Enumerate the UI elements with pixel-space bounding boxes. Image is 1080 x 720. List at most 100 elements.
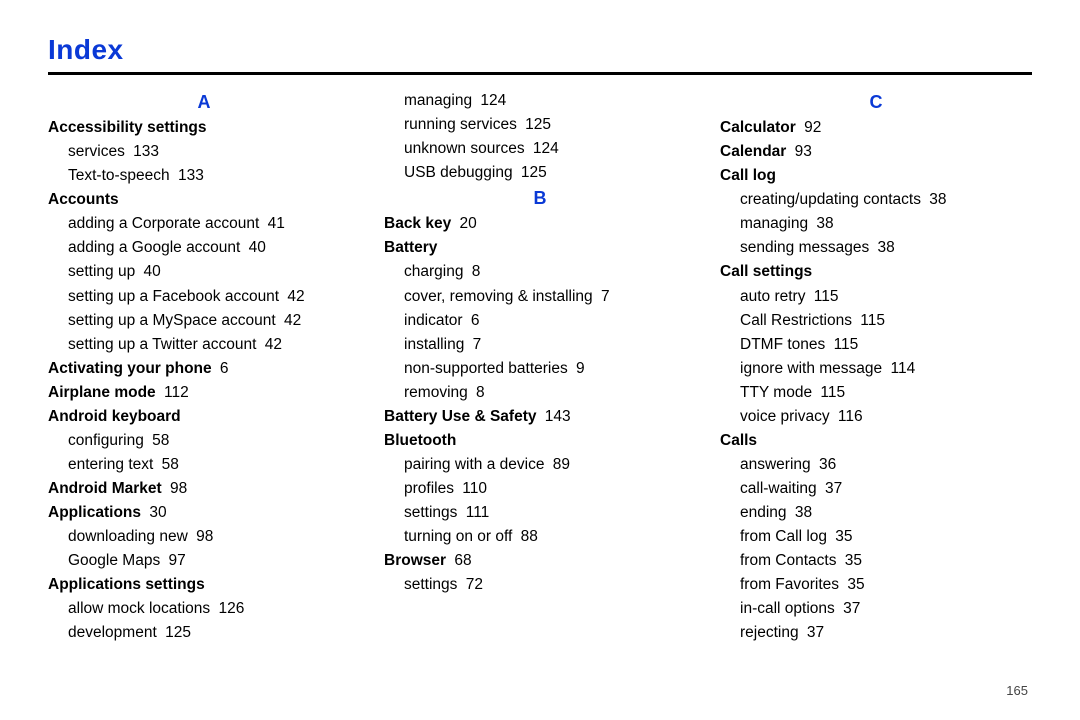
index-subentry-page: 42 (280, 312, 302, 329)
index-subentry-page: 125 (161, 624, 191, 641)
index-subentry: Call Restrictions 115 (740, 309, 1032, 333)
index-subentry: DTMF tones 115 (740, 333, 1032, 357)
index-subentry-page: 110 (458, 480, 487, 497)
index-subentry: settings 72 (404, 573, 696, 597)
index-subentry: setting up a Facebook account 42 (68, 285, 360, 309)
index-heading-page: 30 (145, 504, 167, 521)
index-subentry-page: 42 (260, 336, 282, 353)
index-heading-text: Back key (384, 215, 451, 232)
index-subentry-page: 126 (214, 600, 244, 617)
index-heading: Bluetooth (384, 429, 696, 453)
index-subentry-page: 35 (843, 576, 865, 593)
index-heading-text: Applications settings (48, 576, 205, 593)
index-subentry-page: 41 (263, 215, 285, 232)
index-subentry: charging 8 (404, 260, 696, 284)
index-subentry: creating/updating contacts 38 (740, 188, 1032, 212)
index-heading: Accessibility settings (48, 116, 360, 140)
index-col-2: managing 124running services 125unknown … (384, 89, 696, 645)
index-heading-text: Battery (384, 239, 437, 256)
index-subentry-page: 116 (834, 408, 863, 425)
index-heading-text: Call settings (720, 263, 812, 280)
index-heading-text: Calendar (720, 143, 786, 160)
index-subentry-text: auto retry (740, 288, 805, 305)
index-subentry-text: managing (740, 215, 808, 232)
index-subentry-text: Google Maps (68, 552, 160, 569)
index-subentry-page: 58 (157, 456, 179, 473)
index-heading: Airplane mode 112 (48, 381, 360, 405)
index-heading-page: 98 (166, 480, 188, 497)
index-subentry-page: 115 (829, 336, 858, 353)
index-subentry-text: configuring (68, 432, 144, 449)
index-heading: Back key 20 (384, 212, 696, 236)
index-subentry-text: setting up a Twitter account (68, 336, 256, 353)
index-subentry-page: 37 (803, 624, 825, 641)
index-subentry: profiles 110 (404, 477, 696, 501)
index-subentry: setting up a MySpace account 42 (68, 309, 360, 333)
index-subentry-text: cover, removing & installing (404, 288, 593, 305)
index-subentry: auto retry 115 (740, 285, 1032, 309)
index-subentry-page: 88 (516, 528, 538, 545)
index-subentry-page: 38 (791, 504, 813, 521)
index-subentry: removing 8 (404, 381, 696, 405)
index-heading-text: Activating your phone (48, 360, 212, 377)
index-subentry-text: removing (404, 384, 468, 401)
index-subentry-text: development (68, 624, 157, 641)
index-subentry-page: 124 (476, 92, 506, 109)
index-subentry-page: 8 (467, 263, 480, 280)
index-subentry: downloading new 98 (68, 525, 360, 549)
index-subentry-text: downloading new (68, 528, 188, 545)
index-subentry-page: 133 (129, 143, 159, 160)
index-subentry: installing 7 (404, 333, 696, 357)
index-subentry-page: 98 (192, 528, 214, 545)
index-subentry-text: managing (404, 92, 472, 109)
index-subentry: sending messages 38 (740, 236, 1032, 260)
index-subentry-page: 37 (839, 600, 861, 617)
index-subentry-page: 35 (840, 552, 862, 569)
index-subentry-text: setting up a MySpace account (68, 312, 276, 329)
index-subentry-page: 133 (174, 167, 204, 184)
index-subentry: turning on or off 88 (404, 525, 696, 549)
index-heading: Android keyboard (48, 405, 360, 429)
index-heading-page: 20 (455, 215, 477, 232)
index-heading: Call settings (720, 260, 1032, 284)
index-subentry: managing 38 (740, 212, 1032, 236)
index-subentry: setting up a Twitter account 42 (68, 333, 360, 357)
index-heading-text: Android keyboard (48, 408, 181, 425)
index-subentry-text: Call Restrictions (740, 312, 852, 329)
index-subentry: running services 125 (404, 113, 696, 137)
index-subentry-text: unknown sources (404, 140, 525, 157)
index-subentry: rejecting 37 (740, 621, 1032, 645)
index-heading-text: Airplane mode (48, 384, 156, 401)
index-subentry-page: 115 (856, 312, 885, 329)
index-subentry: services 133 (68, 140, 360, 164)
index-heading-text: Browser (384, 552, 446, 569)
index-subentry-text: from Contacts (740, 552, 836, 569)
index-subentry: managing 124 (404, 89, 696, 113)
index-subentry-text: answering (740, 456, 811, 473)
index-subentry-text: services (68, 143, 125, 160)
index-subentry-page: 125 (521, 116, 551, 133)
index-subentry-text: from Favorites (740, 576, 839, 593)
index-subentry: non-supported batteries 9 (404, 357, 696, 381)
index-subentry: call-waiting 37 (740, 477, 1032, 501)
index-heading: Applications 30 (48, 501, 360, 525)
index-heading-page: 6 (216, 360, 229, 377)
index-heading: Call log (720, 164, 1032, 188)
index-subentry: answering 36 (740, 453, 1032, 477)
index-subentry-page: 7 (468, 336, 481, 353)
index-subentry-text: sending messages (740, 239, 869, 256)
index-subentry-text: turning on or off (404, 528, 512, 545)
index-subentry-page: 42 (283, 288, 305, 305)
index-subentry-text: adding a Corporate account (68, 215, 259, 232)
index-heading: Accounts (48, 188, 360, 212)
index-subentry-page: 38 (925, 191, 947, 208)
index-subentry-page: 111 (461, 504, 489, 521)
index-subentry-page: 89 (548, 456, 570, 473)
index-subentry-page: 115 (816, 384, 845, 401)
page-number: 165 (1006, 683, 1028, 698)
index-subentry-text: settings (404, 504, 457, 521)
index-heading-text: Android Market (48, 480, 162, 497)
index-subentry-text: ending (740, 504, 787, 521)
index-subentry-text: creating/updating contacts (740, 191, 921, 208)
index-subentry-text: entering text (68, 456, 153, 473)
